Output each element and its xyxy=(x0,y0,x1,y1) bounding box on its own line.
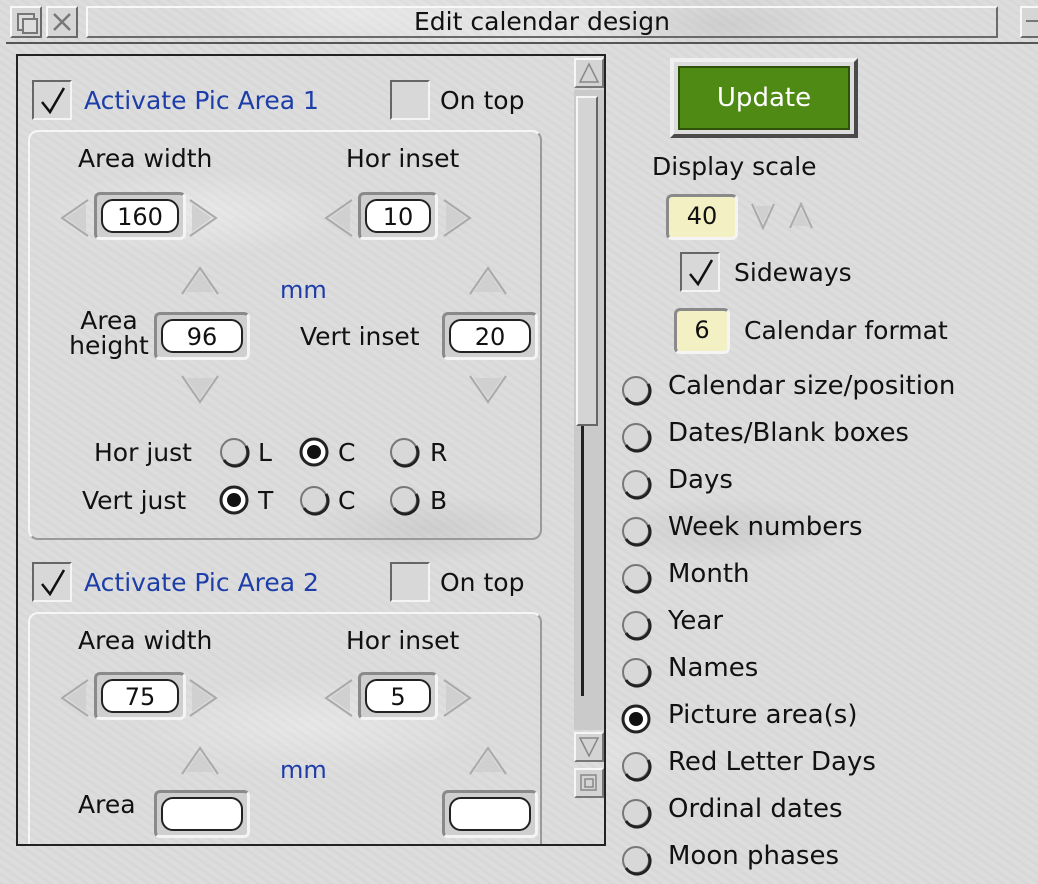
area-width-label: Area width xyxy=(78,144,213,173)
section-label: Names xyxy=(668,653,759,683)
hor-inset-label: Hor inset xyxy=(346,144,460,173)
arrow-up-icon[interactable] xyxy=(180,266,220,296)
on-top-1-checkbox[interactable] xyxy=(390,80,430,120)
on-top-2-label: On top xyxy=(440,568,525,597)
vert-inset-field[interactable]: 20 xyxy=(442,312,538,360)
hor-inset-field[interactable]: 10 xyxy=(358,192,438,240)
arrow-down-icon[interactable] xyxy=(468,374,508,404)
area-height-label: Area height xyxy=(69,306,149,360)
section-label: Ordinal dates xyxy=(668,794,843,824)
radio-icon[interactable] xyxy=(620,797,652,829)
display-scale-label: Display scale xyxy=(652,152,817,181)
arrow-up-icon[interactable] xyxy=(468,746,508,776)
area-height-label: Area xyxy=(78,790,136,819)
section-label: Year xyxy=(668,606,724,636)
vert-inset-field[interactable] xyxy=(442,790,538,838)
vert-just-c-radio[interactable] xyxy=(298,484,330,516)
scroll-up-icon[interactable] xyxy=(574,58,604,88)
radio-icon[interactable] xyxy=(620,468,652,500)
area-height-field[interactable]: 96 xyxy=(154,312,250,360)
hor-just-l-radio[interactable] xyxy=(218,436,250,468)
vert-just-label: Vert just xyxy=(82,486,187,515)
activate-pic-area-1-checkbox[interactable] xyxy=(32,80,72,120)
window-back-icon[interactable] xyxy=(10,6,42,38)
arrow-down-icon[interactable] xyxy=(180,374,220,404)
picture-areas-pane: Activate Pic Area 1 On top Area width Ho… xyxy=(16,54,606,846)
area-height-field[interactable] xyxy=(154,790,250,838)
unit-label: mm xyxy=(280,276,327,304)
vert-just-t-radio[interactable] xyxy=(218,484,250,516)
hor-just-r-label: R xyxy=(430,438,448,467)
update-button[interactable]: Update xyxy=(670,58,858,138)
section-label: Calendar size/position xyxy=(668,371,956,401)
arrow-left-icon[interactable] xyxy=(60,678,90,718)
hor-just-c-radio[interactable] xyxy=(298,436,330,468)
sideways-checkbox[interactable] xyxy=(680,252,720,292)
section-label: Month xyxy=(668,559,750,589)
arrow-left-icon[interactable] xyxy=(324,678,354,718)
arrow-right-icon[interactable] xyxy=(442,678,472,718)
area-width-field[interactable]: 75 xyxy=(94,672,186,720)
calendar-format-label: Calendar format xyxy=(744,316,948,345)
title-bar[interactable]: Edit calendar design xyxy=(6,0,1038,44)
activate-pic-area-1-label: Activate Pic Area 1 xyxy=(84,86,319,115)
activate-pic-area-2-label: Activate Pic Area 2 xyxy=(84,568,319,597)
window-title[interactable]: Edit calendar design xyxy=(86,6,998,38)
arrow-up-icon[interactable] xyxy=(468,266,508,296)
section-label: Picture area(s) xyxy=(668,700,858,730)
arrow-right-icon[interactable] xyxy=(442,198,472,238)
arrow-down-icon[interactable] xyxy=(750,202,776,230)
hor-just-r-radio[interactable] xyxy=(388,436,420,468)
sideways-label: Sideways xyxy=(734,258,852,287)
radio-icon[interactable] xyxy=(620,750,652,782)
section-label: Red Letter Days xyxy=(668,747,876,777)
window-close-icon[interactable] xyxy=(46,6,78,38)
radio-icon[interactable] xyxy=(620,374,652,406)
scroll-thumb[interactable] xyxy=(576,96,598,426)
hor-just-label: Hor just xyxy=(94,438,192,467)
activate-pic-area-2-checkbox[interactable] xyxy=(32,562,72,602)
hor-inset-field[interactable]: 5 xyxy=(358,672,438,720)
vertical-scrollbar[interactable] xyxy=(572,56,604,844)
vert-just-t-label: T xyxy=(258,486,274,515)
section-label: Dates/Blank boxes xyxy=(668,418,909,448)
area-width-field[interactable]: 160 xyxy=(94,192,186,240)
vert-inset-label: Vert inset xyxy=(300,322,420,351)
arrow-right-icon[interactable] xyxy=(188,678,218,718)
hor-just-c-label: C xyxy=(338,438,356,467)
radio-icon[interactable] xyxy=(620,609,652,641)
section-label: Moon phases xyxy=(668,841,839,871)
vert-just-c-label: C xyxy=(338,486,356,515)
arrow-up-icon[interactable] xyxy=(180,746,220,776)
radio-icon[interactable] xyxy=(620,421,652,453)
arrow-right-icon[interactable] xyxy=(188,198,218,238)
on-top-2-checkbox[interactable] xyxy=(390,562,430,602)
vert-just-b-label: B xyxy=(430,486,448,515)
scroll-down-icon[interactable] xyxy=(574,732,604,762)
radio-icon[interactable] xyxy=(620,515,652,547)
arrow-left-icon[interactable] xyxy=(324,198,354,238)
on-top-1-label: On top xyxy=(440,86,525,115)
section-label: Days xyxy=(668,465,733,495)
hor-inset-label: Hor inset xyxy=(346,626,460,655)
radio-icon[interactable] xyxy=(620,656,652,688)
window-content: Activate Pic Area 1 On top Area width Ho… xyxy=(6,44,1038,884)
radio-icon[interactable] xyxy=(620,844,652,876)
radio-icon[interactable] xyxy=(620,562,652,594)
arrow-left-icon[interactable] xyxy=(60,198,90,238)
hor-just-l-label: L xyxy=(258,438,272,467)
area-width-label: Area width xyxy=(78,626,213,655)
toggle-size-icon[interactable] xyxy=(1020,6,1038,38)
radio-selected-icon[interactable] xyxy=(620,703,652,735)
resize-icon[interactable] xyxy=(574,768,604,798)
vert-just-b-radio[interactable] xyxy=(388,484,420,516)
display-scale-field[interactable]: 40 xyxy=(666,194,738,240)
section-label: Week numbers xyxy=(668,512,863,542)
arrow-up-icon[interactable] xyxy=(788,202,814,230)
calendar-format-field[interactable]: 6 xyxy=(674,308,730,354)
unit-label: mm xyxy=(280,756,327,784)
